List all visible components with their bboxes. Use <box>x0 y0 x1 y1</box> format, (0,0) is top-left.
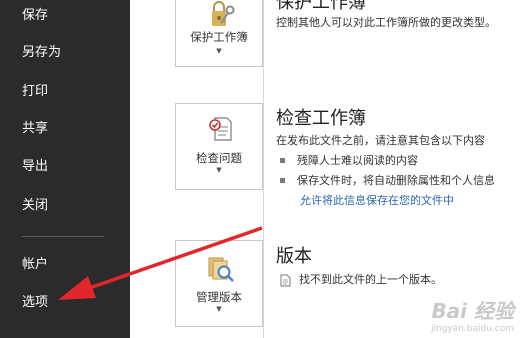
versions-title: 版本 <box>276 246 312 267</box>
inspect-document-icon <box>209 117 232 141</box>
nav-options[interactable]: 选项 <box>22 295 48 311</box>
protect-title: 保护工作簿 <box>276 0 366 13</box>
bullet-icon <box>280 157 285 163</box>
backstage-sidebar: 保存 另存为 打印 共享 导出 关闭 帐户 选项 <box>0 0 130 338</box>
manage-versions-icon <box>208 257 234 282</box>
check-issues-label: 检查问题 <box>196 151 242 165</box>
bullet-icon <box>280 177 285 183</box>
chevron-down-icon: ▼ <box>216 166 222 174</box>
chevron-down-icon: ▼ <box>216 305 222 313</box>
section-separator <box>263 0 264 338</box>
watermark-url: jingyan.baidu.com <box>430 324 514 334</box>
nav-divider <box>22 236 104 237</box>
allow-save-info-link[interactable]: 允许将此信息保存在您的文件中 <box>300 192 454 208</box>
chevron-down-icon: ▼ <box>216 47 222 55</box>
nav-print[interactable]: 打印 <box>22 84 48 100</box>
manage-versions-button[interactable]: 管理版本 ▼ <box>175 240 263 327</box>
info-content: 保护工作簿 ▼ 保护工作簿 控制其他人可以对此工作簿所做的更改类型。 检查问题 … <box>130 0 520 338</box>
nav-close[interactable]: 关闭 <box>22 198 48 214</box>
inspect-bullet-text: 残障人士难以阅读的内容 <box>297 154 418 167</box>
nav-save-as[interactable]: 另存为 <box>22 45 61 61</box>
check-issues-button[interactable]: 检查问题 ▼ <box>175 103 263 190</box>
lock-key-icon <box>212 1 235 26</box>
nav-save[interactable]: 保存 <box>22 8 48 24</box>
inspect-bullet: 保存文件时，将自动删除属性和个人信息 <box>280 172 495 188</box>
nav-share[interactable]: 共享 <box>22 121 48 137</box>
nav-export[interactable]: 导出 <box>22 159 48 175</box>
protect-description: 控制其他人可以对此工作簿所做的更改类型。 <box>276 16 496 29</box>
versions-description: 找不到此文件的上一个版本。 <box>280 271 442 287</box>
inspect-bullet-text: 保存文件时，将自动删除属性和个人信息 <box>297 174 495 187</box>
inspect-bullet: 残障人士难以阅读的内容 <box>280 152 418 168</box>
inspect-title: 检查工作簿 <box>276 108 366 129</box>
watermark: Bai 经验 jingyan.baidu.com <box>431 295 514 334</box>
versions-description-text: 找不到此文件的上一个版本。 <box>299 273 442 286</box>
watermark-logo: Bai 经验 <box>431 299 514 323</box>
protect-workbook-button[interactable]: 保护工作簿 ▼ <box>175 0 263 67</box>
nav-account[interactable]: 帐户 <box>22 257 48 273</box>
inspect-description: 在发布此文件之前，请注意其包含以下内容 <box>276 134 485 147</box>
document-icon <box>280 274 291 286</box>
manage-versions-label: 管理版本 <box>196 290 242 304</box>
protect-workbook-label: 保护工作簿 <box>190 30 248 44</box>
